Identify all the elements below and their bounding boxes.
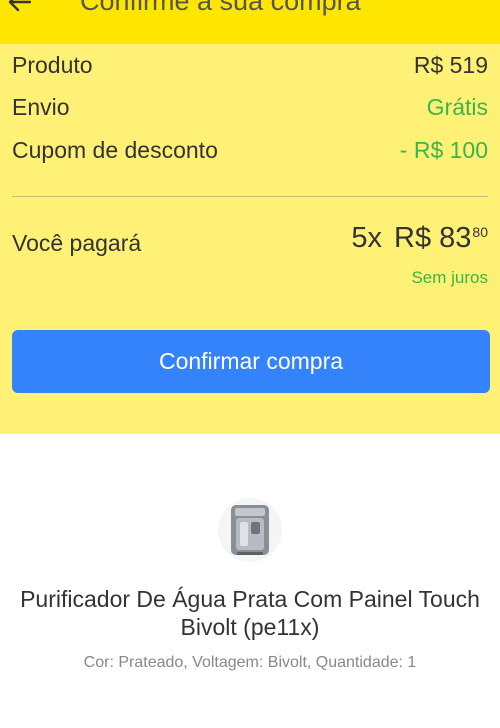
total-amount: 5x R$ 8380 <box>351 222 488 255</box>
purchase-summary: Produto R$ 519 Envio Grátis Cupom de des… <box>0 44 500 434</box>
product-image <box>218 498 282 562</box>
summary-label: Envio <box>12 94 70 120</box>
water-purifier-icon <box>231 505 269 555</box>
summary-row-cupom: Cupom de desconto - R$ 100 <box>12 134 488 166</box>
summary-label: Produto <box>12 52 93 78</box>
product-details: Cor: Prateado, Voltagem: Bivolt, Quantid… <box>83 654 417 671</box>
page-title: Confirme a sua compra <box>80 0 361 16</box>
summary-value: - R$ 100 <box>399 137 488 163</box>
total-label: Você pagará <box>12 230 142 256</box>
product-title: Purificador De Água Prata Com Painel Tou… <box>20 586 480 640</box>
arrow-left-icon <box>8 0 32 12</box>
installments-count: 5x <box>351 222 383 254</box>
top-app-bar: Confirme a sua compra <box>0 0 500 44</box>
confirm-purchase-button[interactable]: Confirmar compra <box>12 330 490 393</box>
summary-label: Cupom de desconto <box>12 137 218 163</box>
summary-row-envio: Envio Grátis <box>12 91 488 123</box>
summary-value: R$ 519 <box>413 52 488 78</box>
summary-value: Grátis <box>426 94 488 120</box>
installment-amount: R$ 83 <box>394 222 472 254</box>
interest-free-note: Sem juros <box>411 268 488 287</box>
back-button[interactable] <box>6 0 34 16</box>
divider <box>12 196 488 197</box>
summary-row-produto: Produto R$ 519 <box>12 49 488 81</box>
installment-cents: 80 <box>472 224 488 240</box>
